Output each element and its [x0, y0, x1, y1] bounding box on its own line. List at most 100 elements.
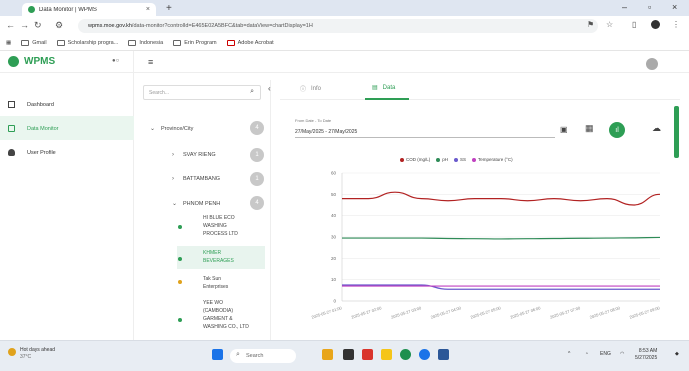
chart-view-button[interactable]: ıl	[609, 122, 625, 138]
wifi-icon[interactable]: ◠	[620, 351, 624, 357]
x-tick-label: 2025-05-27 06:00	[509, 305, 541, 320]
legend-item[interactable]: SS	[454, 157, 466, 162]
x-tick-label: 2025-05-27 01:00	[311, 305, 343, 320]
tab-info[interactable]: ⓘ Info	[300, 84, 321, 94]
tree-leaf-facility[interactable]: KHMER BEVERAGES	[203, 249, 234, 265]
tab-title: Data Monitor | WPMS	[39, 6, 97, 13]
weather-title: Hot days ahead	[20, 347, 56, 353]
menu-icon[interactable]: ⋮	[672, 20, 680, 29]
tree-node-battambang[interactable]: › BATTAMBANG	[172, 176, 220, 182]
chevron-down-icon: ⌄	[150, 126, 156, 132]
series-line-1	[342, 236, 661, 240]
browser-tab[interactable]: Data Monitor | WPMS ×	[22, 3, 156, 16]
windows-taskbar: Hot days ahead 37°C ⌕ Search ^ ◔ ENG ◠ 8…	[0, 340, 689, 371]
weather-widget[interactable]: Hot days ahead 37°C	[8, 347, 55, 361]
y-tick-label: 0	[333, 299, 336, 304]
download-cloud-icon[interactable]: ☁	[652, 123, 661, 134]
brand-name: WPMS	[24, 56, 56, 67]
bookmark-item[interactable]: Adobe Acrobat	[226, 40, 274, 46]
sidebar-item-data-monitor[interactable]: Data Monitor	[8, 125, 59, 132]
tree-node-province-city[interactable]: ⌄ Province/City	[150, 125, 193, 133]
dashboard-icon	[8, 101, 15, 108]
clock[interactable]: 8:53 AM 5/27/2025	[635, 348, 657, 362]
new-tab-button[interactable]: +	[166, 3, 172, 14]
bookmark-item[interactable]: Erin Program	[173, 40, 217, 46]
close-window-button[interactable]: ×	[672, 2, 677, 12]
legend-item[interactable]: pH	[436, 157, 448, 162]
tree-leaf-facility[interactable]: Tak Sun Enterprises	[203, 275, 228, 291]
x-tick-label: 2025-05-27 05:00	[470, 305, 502, 320]
x-tick-label: 2025-05-27 08:00	[589, 305, 621, 320]
calendar-icon[interactable]: ▣	[560, 125, 568, 134]
bookmark-star-icon[interactable]: ☆	[606, 20, 613, 29]
notification-icon[interactable]: ◆	[675, 351, 679, 357]
back-icon[interactable]: ←	[6, 20, 15, 30]
sidebar-item-user-profile[interactable]: User Profile	[8, 149, 56, 156]
status-dot-icon	[178, 225, 182, 229]
widgets-icon[interactable]	[322, 349, 333, 360]
site-info-icon[interactable]: ⚙	[55, 20, 63, 31]
url-bar[interactable]: wpms.moe.gov.kh/data-monitor?controlId=E…	[78, 19, 598, 33]
table-view-button[interactable]: ▦	[585, 123, 594, 134]
url-path: /data-monitor?controlId=E465E02A5BFC&tab…	[131, 23, 313, 29]
folder-icon	[173, 40, 182, 46]
tab-data[interactable]: ▤ Data	[372, 84, 395, 92]
network-icon[interactable]: ◔	[585, 351, 588, 357]
legend-item[interactable]: Temperature (°C)	[472, 157, 513, 162]
status-dot-icon	[178, 257, 182, 261]
main-tabs: ⓘ Info ▤ Data	[280, 80, 680, 100]
restore-icon[interactable]: ▫	[648, 2, 651, 12]
apps-icon[interactable]: ▦	[6, 40, 11, 46]
taskbar-search[interactable]: ⌕ Search	[230, 349, 296, 363]
tree-node-phnom-penh[interactable]: ⌄ PHNOM PENH	[172, 200, 220, 208]
chevron-right-icon: ›	[172, 152, 174, 158]
app-icon[interactable]	[362, 349, 373, 360]
count-badge: 1	[250, 172, 264, 186]
app-topbar: ≡	[134, 51, 689, 73]
legend-item[interactable]: COD (mg/L)	[400, 157, 430, 162]
count-badge: 4	[250, 196, 264, 210]
hamburger-menu-icon[interactable]: ≡	[148, 57, 153, 67]
tree-search-input[interactable]: Search... ⌕	[143, 85, 261, 100]
file-explorer-icon[interactable]	[381, 349, 392, 360]
folder-icon	[21, 40, 30, 46]
sidebar-toggle-icon[interactable]: ●○	[112, 58, 119, 64]
table-icon: ▤	[372, 85, 378, 91]
chrome-icon[interactable]	[400, 349, 411, 360]
bookmark-item[interactable]: Gmail	[21, 40, 47, 46]
scrollbar[interactable]	[674, 106, 679, 158]
edge-icon[interactable]	[419, 349, 430, 360]
y-tick-label: 30	[331, 235, 337, 240]
task-view-icon[interactable]	[343, 349, 354, 360]
app-icon[interactable]	[438, 349, 449, 360]
url-host: wpms.moe.gov.kh	[88, 23, 132, 29]
tree-leaf-facility[interactable]: YEE WO (CAMBODIA) GARMENT & WASHING CO.,…	[203, 299, 249, 331]
tree-leaf-facility[interactable]: HI BLUE ECO WASHING PROCESS LTD	[203, 214, 238, 238]
info-icon: ⓘ	[300, 87, 307, 93]
reload-icon[interactable]: ↻	[34, 20, 42, 31]
sidebar-item-dashboard[interactable]: Dashboard	[8, 101, 54, 108]
profile-icon[interactable]	[651, 20, 660, 29]
search-icon[interactable]: ⌕	[250, 88, 254, 96]
date-range-field[interactable]: From Date - To Date 27/May/2025 - 27/May…	[295, 116, 555, 138]
app-sidebar: WPMS ●○	[0, 51, 134, 340]
user-avatar[interactable]	[646, 58, 658, 70]
chevron-down-icon: ⌄	[172, 201, 178, 207]
close-tab-icon[interactable]: ×	[146, 6, 150, 13]
bookmark-item[interactable]: Scholarship progra...	[56, 40, 118, 46]
chevron-up-icon[interactable]: ^	[568, 351, 570, 357]
language-indicator[interactable]: ENG	[600, 351, 611, 357]
minimize-button[interactable]: –	[622, 2, 627, 12]
bookmark-item[interactable]: Indonesia	[128, 40, 163, 46]
translate-icon[interactable]: ⚑	[587, 20, 594, 29]
windows-start-icon[interactable]	[212, 349, 223, 360]
tree-node-svay-rieng[interactable]: › SVAY RIENG	[172, 152, 216, 158]
sidebar-icon[interactable]: ▯	[632, 20, 636, 29]
chevron-right-icon: ›	[172, 176, 174, 182]
collapse-panel-icon[interactable]: ‹	[268, 84, 271, 93]
forward-icon[interactable]: →	[20, 20, 29, 30]
sun-icon	[8, 348, 16, 356]
bookmarks-bar: ▦ Gmail Scholarship progra... Indonesia …	[0, 36, 689, 51]
x-tick-label: 2025-05-27 04:00	[430, 305, 462, 320]
x-tick-label: 2025-05-27 02:00	[350, 305, 382, 320]
